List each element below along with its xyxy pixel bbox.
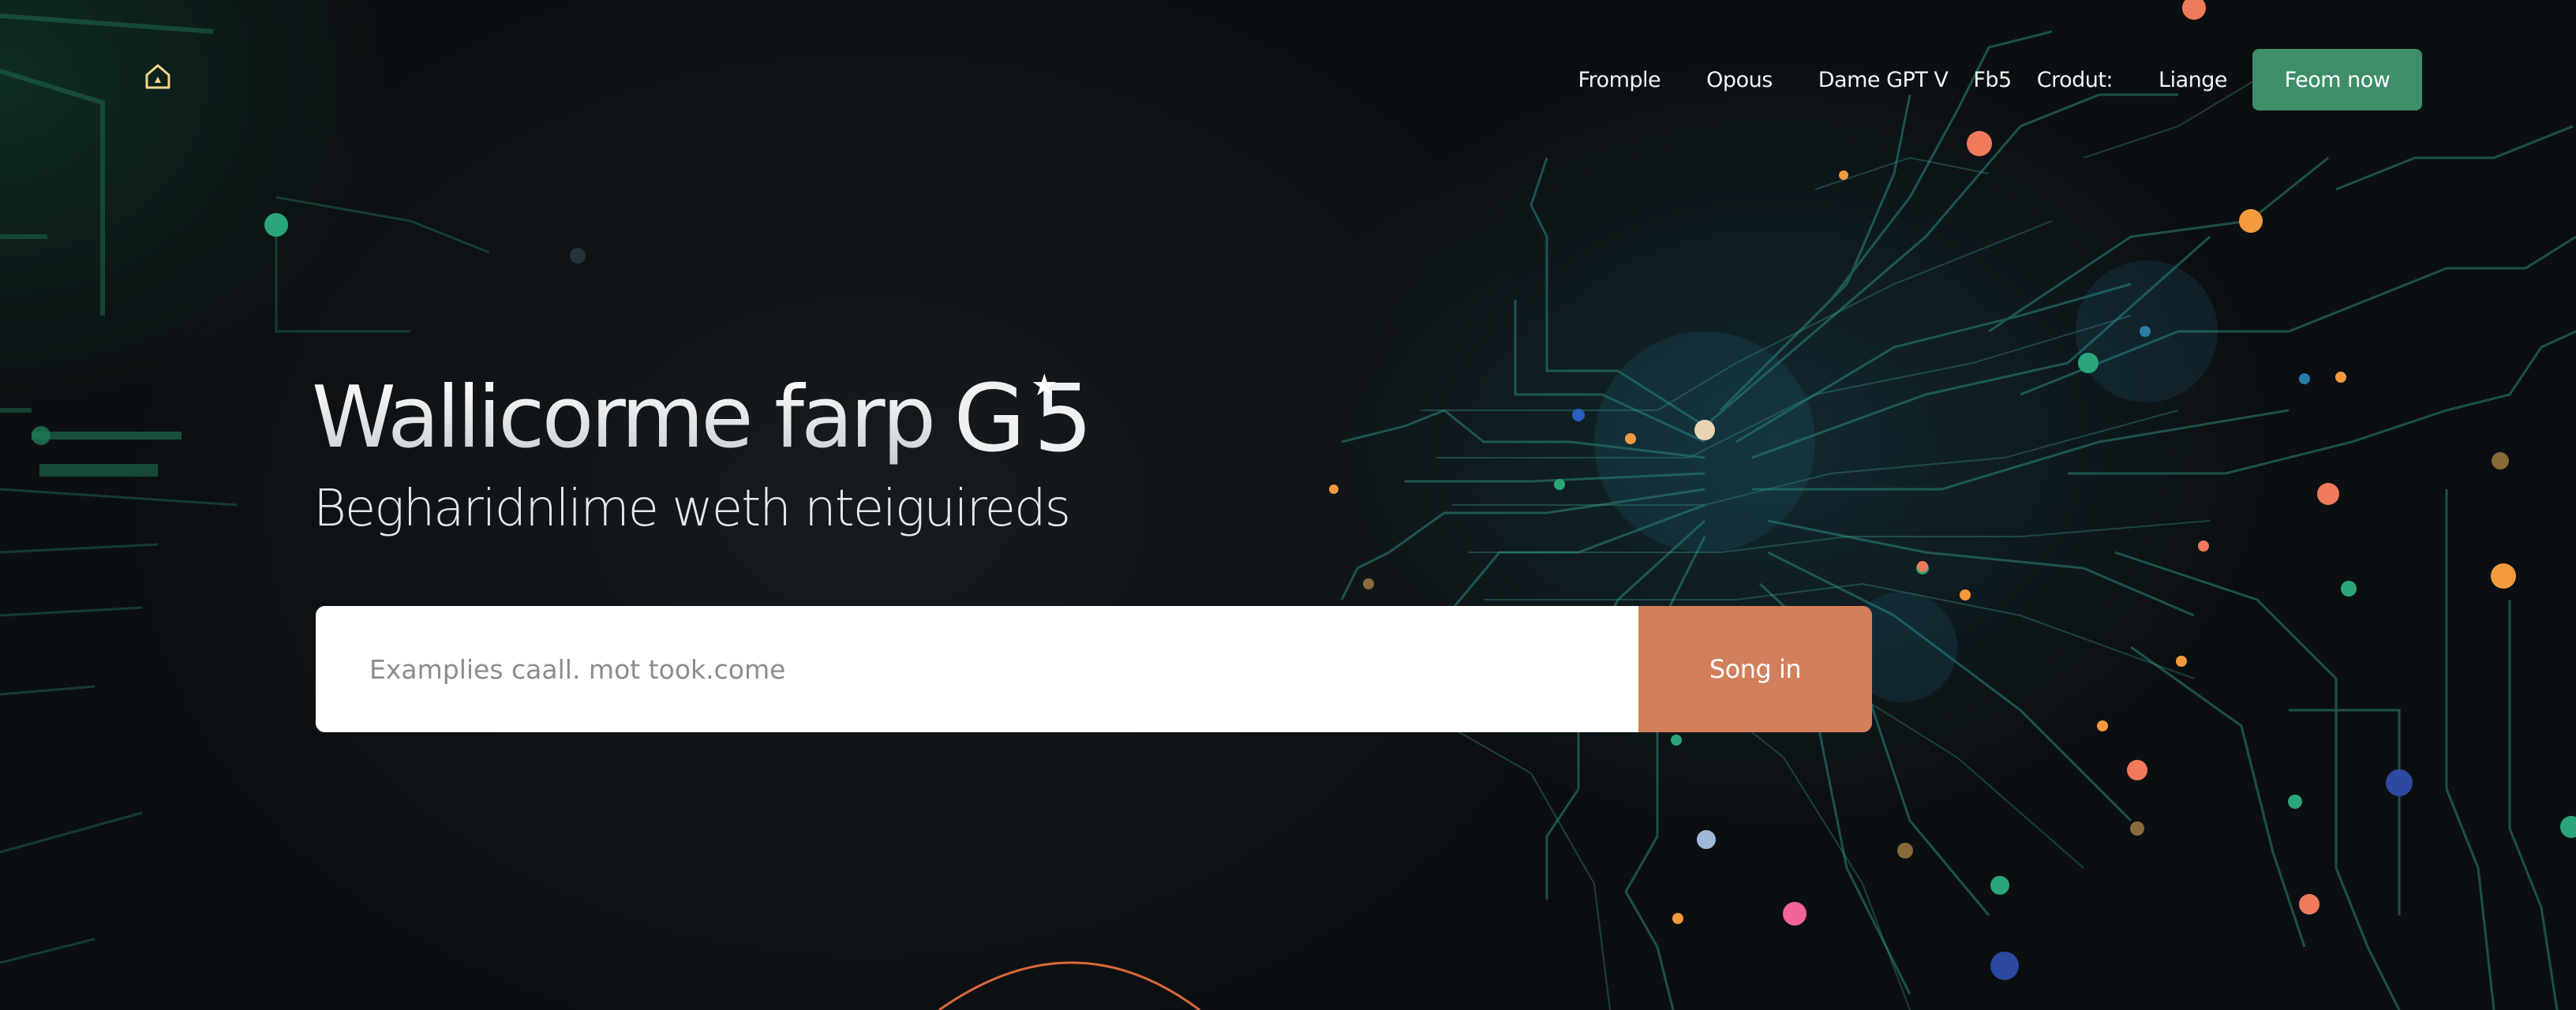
home-icon[interactable]	[142, 61, 174, 92]
hero-title: Wallicorme farp G5 ★	[312, 368, 1101, 467]
search-bar: Song in	[316, 606, 1872, 732]
hero-section: Fromple Opous Dame GPT V Fb5 Crodut: Lia…	[0, 0, 2576, 1010]
nav-link-crodut[interactable]: Crodut:	[2037, 68, 2114, 92]
nav-link-opous[interactable]: Opous	[1706, 68, 1773, 92]
logo-letter: G	[953, 364, 1034, 473]
nav-link-liange[interactable]: Liange	[2159, 68, 2227, 92]
headline-text: Wallicorme farp	[312, 368, 936, 467]
product-logo: G5 ★	[953, 368, 1101, 466]
nav-link-fromple[interactable]: Fromple	[1578, 68, 1661, 92]
nav-links: Fromple Opous Dame GPT V Fb5 Crodut: Lia…	[1578, 49, 2422, 110]
nav-link-dame-gpt-v[interactable]: Dame GPT V	[1818, 68, 1949, 92]
top-nav: Fromple Opous Dame GPT V Fb5 Crodut: Lia…	[0, 49, 2576, 112]
cta-button[interactable]: Feom now	[2252, 49, 2422, 110]
star-icon: ★	[1031, 368, 1058, 402]
search-input[interactable]	[316, 606, 1638, 732]
hero-subtitle: Begharidnlime weth nteiguireds	[313, 480, 1071, 538]
nav-link-fb5[interactable]: Fb5	[1973, 68, 2012, 92]
sign-in-button[interactable]: Song in	[1638, 606, 1872, 732]
